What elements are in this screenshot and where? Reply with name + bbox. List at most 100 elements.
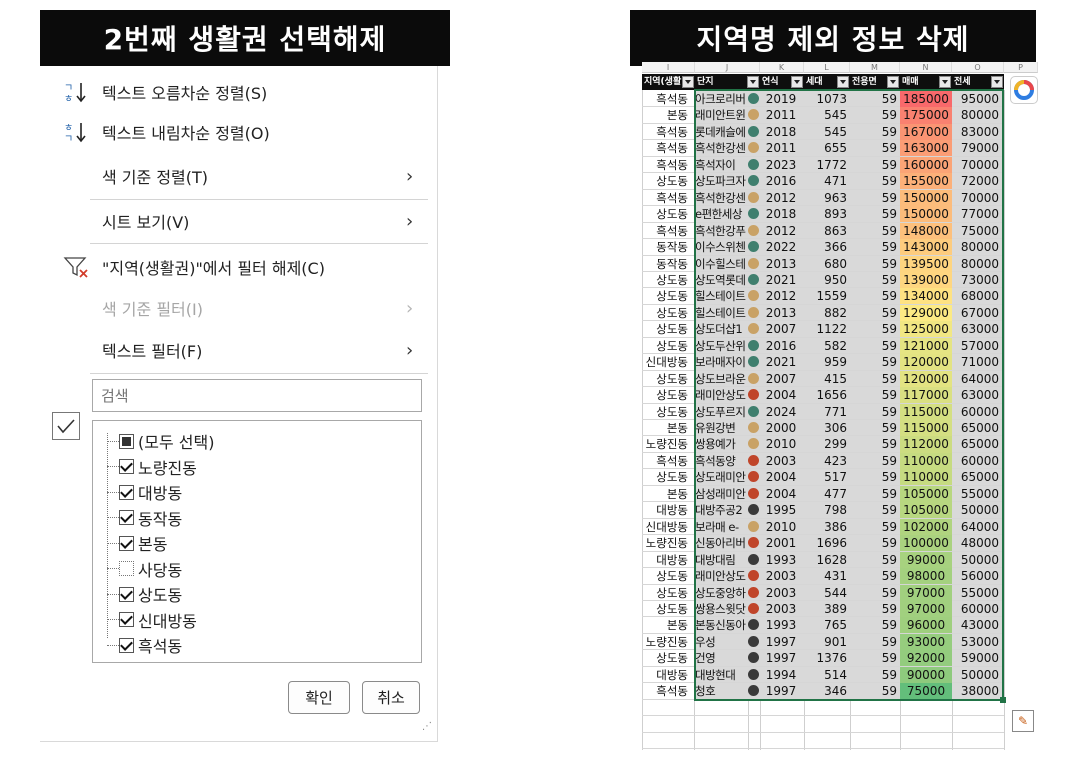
cell-complex-name[interactable]: 상도역롯데 (695, 272, 748, 288)
cell-complex-name[interactable]: 상도래미안 (695, 469, 748, 485)
cell-complex-name[interactable]: 상도중앙하 (695, 585, 748, 601)
cell-region[interactable]: 상도동 (642, 321, 692, 337)
cell-sale-price[interactable]: 148000 (900, 222, 952, 239)
cell-jeonse-price[interactable]: 64000 (952, 371, 1002, 387)
cell-sale-price[interactable]: 110000 (900, 452, 952, 469)
cell-year[interactable]: 2023 (760, 157, 802, 173)
cell-complex-name[interactable]: 대방대림 (695, 552, 748, 568)
cell-units[interactable]: 514 (804, 667, 850, 683)
cell-region[interactable]: 본동 (642, 107, 692, 123)
cell-jeonse-price[interactable]: 60000 (952, 453, 1002, 469)
cell-sale-price[interactable]: 139500 (900, 255, 952, 272)
cell-sale-price[interactable]: 129000 (900, 304, 952, 321)
cell-jeonse-price[interactable]: 80000 (952, 256, 1002, 272)
cell-sale-price[interactable]: 125000 (900, 321, 952, 338)
cell-year[interactable]: 2011 (760, 140, 802, 156)
cell-year[interactable]: 1997 (760, 634, 802, 650)
cell-sale-price[interactable]: 115000 (900, 403, 952, 420)
cell-complex-name[interactable]: 래미안상도 (695, 387, 748, 403)
cell-region[interactable]: 흑석동 (642, 157, 692, 173)
cell-units[interactable]: 423 (804, 453, 850, 469)
list-item[interactable]: 동작동 (107, 506, 182, 530)
list-item[interactable]: 본동 (107, 531, 167, 555)
cell-area[interactable]: 59 (850, 552, 900, 568)
cell-jeonse-price[interactable]: 77000 (952, 206, 1002, 222)
cell-area[interactable]: 59 (850, 404, 900, 420)
cell-region[interactable]: 상도동 (642, 338, 692, 354)
cell-jeonse-price[interactable]: 70000 (952, 190, 1002, 206)
cell-complex-name[interactable]: 우성 (695, 634, 748, 650)
filter-search-input[interactable] (92, 379, 422, 412)
cell-sale-price[interactable]: 150000 (900, 206, 952, 223)
cell-sale-price[interactable]: 120000 (900, 370, 952, 387)
list-item[interactable]: 흑석동 (107, 633, 182, 657)
cell-area[interactable]: 59 (850, 667, 900, 683)
checkbox[interactable] (119, 433, 134, 449)
cell-sale-price[interactable]: 155000 (900, 173, 952, 190)
menu-item-clear-filter[interactable]: "지역(생활권)"에서 필터 해제(C) (40, 247, 420, 287)
cell-region[interactable]: 대방동 (642, 502, 692, 518)
list-item[interactable]: 대방동 (107, 480, 182, 504)
cell-area[interactable]: 59 (850, 107, 900, 123)
cell-sale-price[interactable]: 110000 (900, 469, 952, 486)
cell-jeonse-price[interactable]: 53000 (952, 634, 1002, 650)
cell-sale-price[interactable]: 139000 (900, 271, 952, 289)
cell-year[interactable]: 2021 (760, 272, 802, 288)
resize-grip-icon[interactable]: ⋰ (422, 721, 432, 732)
cell-area[interactable]: 59 (850, 486, 900, 502)
checkbox[interactable] (119, 459, 134, 474)
column-letter-header[interactable]: P (1004, 62, 1038, 73)
cell-units[interactable]: 765 (804, 617, 850, 633)
cell-sale-price[interactable]: 99000 (900, 551, 952, 568)
cell-sale-price[interactable]: 98000 (900, 568, 952, 585)
cell-units[interactable]: 389 (804, 601, 850, 617)
cell-sale-price[interactable]: 120000 (900, 354, 952, 371)
cell-area[interactable]: 59 (850, 585, 900, 601)
cell-year[interactable]: 2007 (760, 321, 802, 337)
cell-jeonse-price[interactable]: 55000 (952, 585, 1002, 601)
cell-area[interactable]: 59 (850, 650, 900, 666)
cell-jeonse-price[interactable]: 63000 (952, 321, 1002, 337)
cell-jeonse-price[interactable]: 50000 (952, 502, 1002, 518)
cell-units[interactable]: 963 (804, 190, 850, 206)
cell-units[interactable]: 431 (804, 568, 850, 584)
cell-units[interactable]: 471 (804, 173, 850, 189)
cell-jeonse-price[interactable]: 43000 (952, 617, 1002, 633)
cell-year[interactable]: 2004 (760, 486, 802, 502)
cell-area[interactable]: 59 (850, 124, 900, 140)
cell-year[interactable]: 2021 (760, 354, 802, 370)
cell-complex-name[interactable]: 대방현대 (695, 667, 748, 683)
cell-sale-price[interactable]: 97000 (900, 584, 952, 601)
cell-region[interactable]: 동작동 (642, 256, 692, 272)
cell-units[interactable]: 771 (804, 404, 850, 420)
column-letter-header[interactable]: O (952, 62, 1004, 73)
cell-sale-price[interactable]: 121000 (900, 337, 952, 354)
cell-units[interactable]: 863 (804, 223, 850, 239)
cell-complex-name[interactable]: 흑석한강푸 (695, 223, 748, 239)
selection-fill-handle[interactable] (1000, 697, 1006, 703)
cell-area[interactable]: 59 (850, 568, 900, 584)
list-item[interactable]: 신대방동 (107, 608, 197, 632)
cell-sale-price[interactable]: 185000 (900, 91, 952, 108)
cell-jeonse-price[interactable]: 72000 (952, 173, 1002, 189)
cell-sale-price[interactable]: 96000 (900, 617, 952, 634)
checkbox[interactable] (119, 510, 134, 525)
cell-jeonse-price[interactable]: 71000 (952, 354, 1002, 370)
cell-units[interactable]: 477 (804, 486, 850, 502)
cell-area[interactable]: 59 (850, 173, 900, 189)
cell-sale-price[interactable]: 117000 (900, 387, 952, 404)
filter-dropdown-button[interactable] (747, 76, 759, 88)
cell-sale-price[interactable]: 134000 (900, 288, 952, 305)
cell-area[interactable]: 59 (850, 453, 900, 469)
column-letter-header[interactable]: J (695, 62, 760, 73)
cell-complex-name[interactable]: 상도두산위 (695, 338, 748, 354)
checkbox[interactable] (119, 586, 134, 602)
cell-area[interactable]: 59 (850, 288, 900, 304)
cell-jeonse-price[interactable]: 60000 (952, 404, 1002, 420)
menu-item-sort-by-color[interactable]: 색 기준 정렬(T) › (40, 156, 420, 196)
cell-jeonse-price[interactable]: 55000 (952, 486, 1002, 502)
cell-year[interactable]: 1997 (760, 683, 802, 699)
cell-units[interactable]: 346 (804, 683, 850, 699)
cell-complex-name[interactable]: 아크로리버 (695, 91, 748, 107)
cell-complex-name[interactable]: 상도브라운 (695, 371, 748, 387)
